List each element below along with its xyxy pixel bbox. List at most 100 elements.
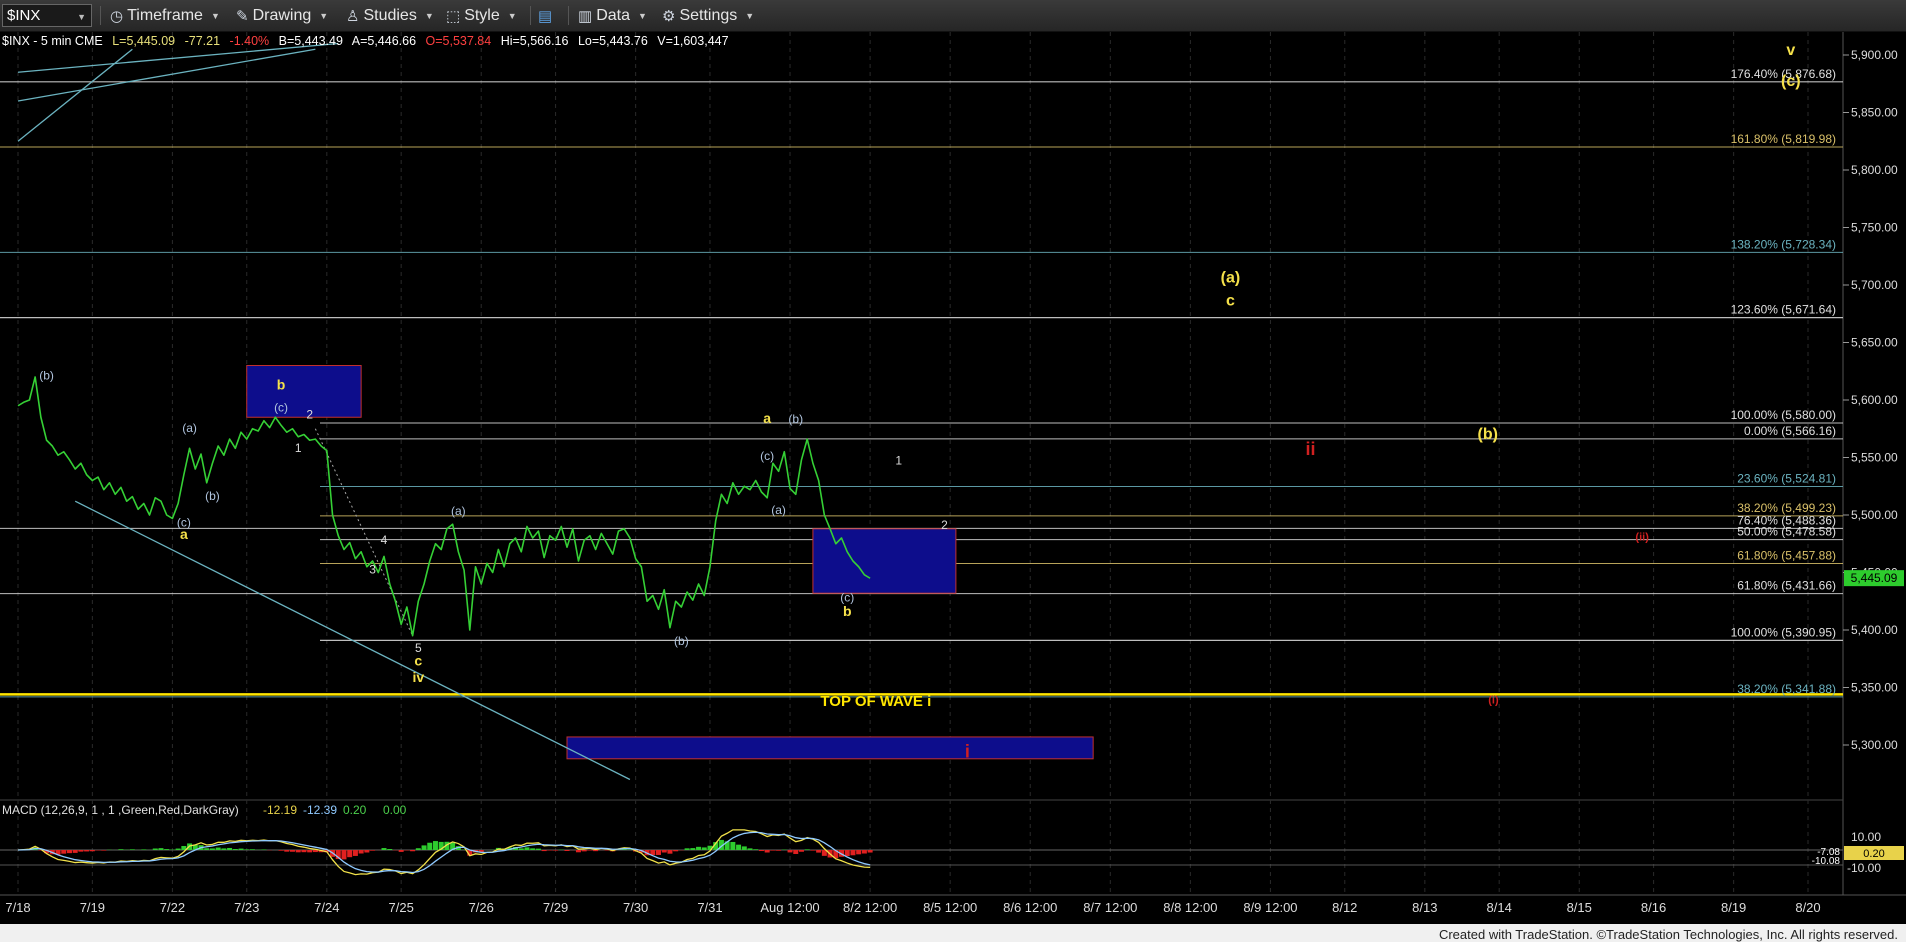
- wave-label: i: [965, 742, 970, 762]
- fib-label: 23.60% (5,524.81): [1737, 471, 1836, 485]
- y-tick-label: 5,900.00: [1851, 48, 1898, 62]
- fib-label: 61.80% (5,431.66): [1737, 579, 1836, 593]
- wave-label: iv: [412, 669, 424, 685]
- price-chart[interactable]: 176.40% (5,876.68)161.80% (5,819.98)138.…: [0, 0, 1906, 942]
- wave-label: ii: [1305, 439, 1315, 459]
- wave-label: (c): [760, 449, 774, 463]
- wave-label: 1: [295, 441, 302, 455]
- x-tick-label: 8/9 12:00: [1243, 900, 1297, 915]
- x-tick-label: 8/12: [1332, 900, 1357, 915]
- y-tick-label: 5,700.00: [1851, 278, 1898, 292]
- wave-label: TOP OF WAVE i: [820, 693, 931, 710]
- x-tick-label: 7/26: [469, 900, 494, 915]
- x-axis-ticks: 7/18 7/19 7/22 7/23 7/24 7/25 7/26 7/29 7/30 7/31…: [5, 900, 1820, 915]
- header-volume: V=1,603,447: [657, 34, 728, 48]
- y-tick-label: 5,400.00: [1851, 623, 1898, 637]
- macd-value: -12.39: [303, 803, 337, 817]
- wave-label: c: [414, 653, 422, 669]
- wave-label: a: [763, 410, 771, 426]
- target-box: [566, 736, 1094, 760]
- macd-value: -12.19: [263, 803, 297, 817]
- wave-label: b: [277, 377, 286, 393]
- fib-label: 100.00% (5,390.95): [1731, 625, 1836, 639]
- x-tick-label: 8/13: [1412, 900, 1437, 915]
- y-tick-label: 5,750.00: [1851, 221, 1898, 235]
- wave-label: (b): [39, 368, 54, 382]
- x-tick-label: 7/23: [234, 900, 259, 915]
- y-tick-label: 5,550.00: [1851, 451, 1898, 465]
- header-high: Hi=5,566.16: [501, 34, 569, 48]
- header-low: Lo=5,443.76: [578, 34, 648, 48]
- wave-label: (b): [788, 412, 803, 426]
- header-change-pct: -1.40%: [230, 34, 270, 48]
- macd-y-tick: -10.00: [1847, 861, 1881, 875]
- wave-label: (b): [205, 489, 220, 503]
- wave-label: 3: [369, 563, 376, 577]
- wave-label: 1: [895, 453, 902, 467]
- wave-label: 4: [381, 533, 388, 547]
- fib-label: 161.80% (5,819.98): [1731, 132, 1836, 146]
- header-bid: B=5,443.49: [279, 34, 343, 48]
- header-last: L=5,445.09: [112, 34, 175, 48]
- x-tick-label: 7/24: [314, 900, 339, 915]
- wave-label: c: [1226, 293, 1235, 310]
- wave-label: (a): [1221, 270, 1241, 287]
- x-tick-label: 8/6 12:00: [1003, 900, 1057, 915]
- x-tick-label: 7/30: [623, 900, 648, 915]
- fib-label: 38.20% (5,341.88): [1737, 682, 1836, 696]
- y-tick-label: 5,300.00: [1851, 738, 1898, 752]
- wave-label: (b): [674, 634, 689, 648]
- wave-label: (c): [840, 590, 854, 604]
- wave-label: (a): [771, 503, 786, 517]
- x-tick-label: 7/22: [160, 900, 185, 915]
- x-tick-label: 7/31: [697, 900, 722, 915]
- fib-label: 100.00% (5,580.00): [1731, 408, 1836, 422]
- y-tick-label: 5,350.00: [1851, 681, 1898, 695]
- x-tick-label: 8/16: [1641, 900, 1666, 915]
- macd-value: 0.20: [343, 803, 367, 817]
- macd-value: 0.00: [383, 803, 407, 817]
- x-tick-label: 8/14: [1487, 900, 1512, 915]
- macd-y-tick: 10.00: [1851, 830, 1881, 844]
- y-tick-label: 5,850.00: [1851, 106, 1898, 120]
- x-tick-label: 8/8 12:00: [1163, 900, 1217, 915]
- header-ask: A=5,446.66: [352, 34, 416, 48]
- fib-label: 123.60% (5,671.64): [1731, 303, 1836, 317]
- wave-label: (a): [451, 504, 466, 518]
- macd-tag-text: -10.08: [1812, 856, 1841, 867]
- macd-tag-text: 0.20: [1863, 848, 1884, 860]
- wave-label: (ii): [1635, 531, 1649, 543]
- wave-label: (c): [274, 401, 288, 415]
- x-tick-label: 8/19: [1721, 900, 1746, 915]
- x-tick-label: 7/25: [389, 900, 414, 915]
- target-box: [246, 365, 362, 418]
- x-tick-label: 8/20: [1795, 900, 1820, 915]
- x-tick-label: 8/5 12:00: [923, 900, 977, 915]
- header-change: -77.21: [185, 34, 220, 48]
- x-tick-label: 8/2 12:00: [843, 900, 897, 915]
- wave-label: a: [180, 526, 188, 542]
- wave-label: b: [843, 603, 852, 619]
- x-tick-label: Aug 12:00: [760, 900, 819, 915]
- y-tick-label: 5,500.00: [1851, 508, 1898, 522]
- x-tick-label: 7/19: [80, 900, 105, 915]
- wave-label: (c): [1781, 73, 1801, 90]
- header-symbol: $INX - 5 min CME: [2, 34, 103, 48]
- wave-label: v: [1786, 42, 1795, 59]
- x-tick-label: 7/18: [5, 900, 30, 915]
- fib-label: 138.20% (5,728.34): [1731, 237, 1836, 251]
- tradestation-credit: Created with TradeStation. ©TradeStation…: [1438, 927, 1898, 942]
- wave-label: 2: [941, 518, 948, 532]
- macd-title: MACD (12,26,9, 1 , 1 ,Green,Red,DarkGray…: [2, 803, 239, 817]
- wave-label: (i): [1488, 695, 1499, 707]
- x-tick-label: 8/15: [1567, 900, 1592, 915]
- header-open: O=5,537.84: [426, 34, 492, 48]
- y-tick-label: 5,650.00: [1851, 336, 1898, 350]
- fib-label: 0.00% (5,566.16): [1744, 424, 1836, 438]
- x-tick-label: 8/7 12:00: [1083, 900, 1137, 915]
- y-tick-label: 5,800.00: [1851, 163, 1898, 177]
- wave-label: 2: [306, 407, 313, 421]
- price-tag-text: 5,445.09: [1851, 571, 1898, 585]
- y-tick-label: 5,600.00: [1851, 393, 1898, 407]
- macd-pane: MACD (12,26,9, 1 , 1 ,Green,Red,DarkGray…: [0, 803, 1904, 876]
